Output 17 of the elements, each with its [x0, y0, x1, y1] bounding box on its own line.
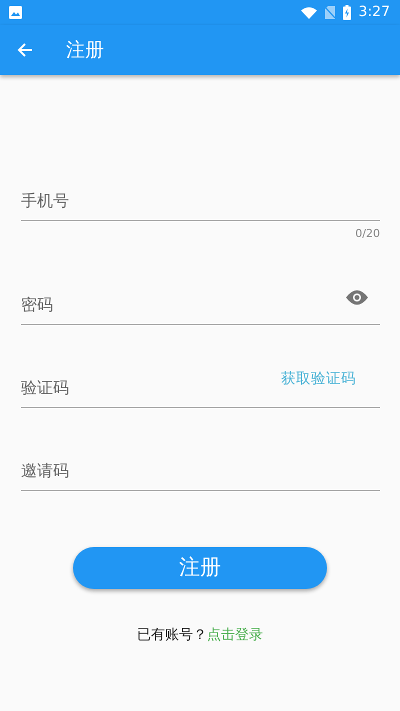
- wifi-icon: [300, 6, 317, 18]
- input-field[interactable]: 验证码: [21, 367, 281, 407]
- battery-charging-icon: [342, 5, 351, 20]
- page-title: 注册: [66, 38, 104, 63]
- status-time: 3:27: [358, 3, 390, 22]
- get-code-link[interactable]: 获取验证码: [281, 369, 356, 391]
- character-counter: 0/20: [355, 226, 380, 242]
- input-field[interactable]: 手机号: [21, 180, 380, 220]
- input-field[interactable]: 密码: [21, 284, 346, 324]
- image-icon: [9, 6, 22, 19]
- login-link[interactable]: 点击登录: [207, 627, 263, 643]
- no-sim-icon: [324, 6, 335, 19]
- login-prompt: 已有账号？点击登录: [137, 626, 263, 645]
- input-field[interactable]: 邀请码: [21, 450, 380, 490]
- eye-icon[interactable]: [346, 290, 368, 304]
- back-arrow-icon[interactable]: [17, 42, 33, 58]
- register-button[interactable]: 注册: [73, 547, 327, 589]
